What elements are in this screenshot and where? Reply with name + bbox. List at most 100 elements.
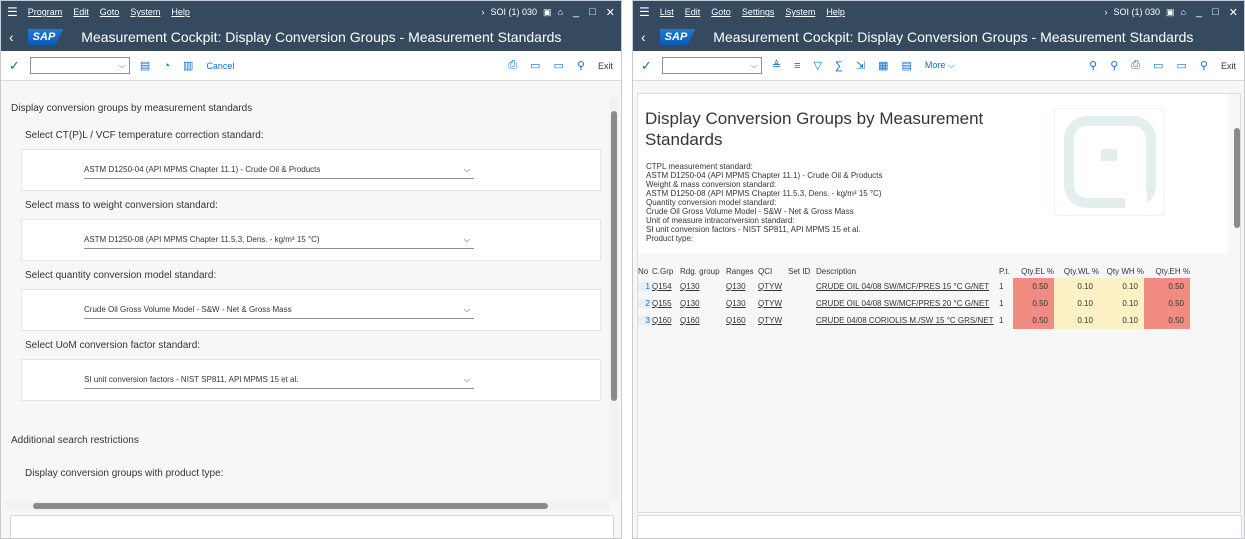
rdg-group-link[interactable]: Q130 — [680, 299, 726, 308]
exit-button[interactable]: Exit — [1221, 61, 1236, 71]
qty-el-value: 0.50 — [1013, 278, 1054, 295]
screenshot-icon[interactable]: ▣ — [1166, 7, 1175, 18]
qci-link[interactable]: QTYW — [758, 282, 788, 291]
menu-help[interactable]: Help — [171, 7, 190, 17]
menu-goto[interactable]: Goto — [100, 7, 120, 17]
sum-icon[interactable]: ∑ — [835, 60, 843, 72]
maximize-icon[interactable]: □ — [589, 6, 596, 19]
header-scrollbar[interactable] — [1232, 118, 1240, 248]
qty-wl-value: 0.10 — [1054, 295, 1099, 312]
menu-program[interactable]: Program — [28, 7, 63, 17]
settings-icon[interactable]: ⚲ — [577, 59, 585, 72]
rdg-group-link[interactable]: Q130 — [680, 282, 726, 291]
sort-ascending-icon[interactable]: ≜ — [772, 59, 781, 72]
cgrp-link[interactable]: Q154 — [652, 282, 680, 291]
rdg-group-link[interactable]: Q160 — [680, 316, 726, 325]
description-link[interactable]: CRUDE OIL 04/08 SW/MCF/PRES 15 °C G/NET — [816, 282, 999, 291]
back-icon[interactable]: ‹ — [641, 29, 646, 45]
cgrp-link[interactable]: Q160 — [652, 316, 680, 325]
cgrp-link[interactable]: Q155 — [652, 299, 680, 308]
customize-icon[interactable]: ⌂ — [1181, 7, 1186, 17]
menu-system[interactable]: System — [785, 7, 815, 17]
system-info[interactable]: › SOI (1) 030 ▣ ⌂ — [1105, 7, 1186, 18]
filter-icon[interactable]: ▽ — [814, 59, 822, 72]
save-icon[interactable]: ▤ — [140, 59, 150, 72]
mass-standard-select[interactable]: ASTM D1250-08 (API MPMS Chapter 11.5.3, … — [84, 231, 474, 249]
maximize-icon[interactable]: □ — [1212, 6, 1219, 19]
cancel-button[interactable]: Cancel — [206, 61, 234, 71]
ranges-link[interactable]: Q160 — [726, 316, 758, 325]
uom-standard-select[interactable]: SI unit conversion factors - NIST SP811,… — [84, 371, 474, 389]
screenshot-icon[interactable]: ▣ — [543, 7, 552, 18]
settings-icon[interactable]: ⚲ — [1200, 59, 1208, 72]
col-pt[interactable]: P.t. — [999, 267, 1013, 276]
menu-icon[interactable]: ☰ — [7, 5, 18, 19]
window2-icon[interactable]: ▭ — [554, 59, 564, 72]
col-set-id[interactable]: Set ID — [788, 267, 816, 276]
table-row[interactable]: 2 Q155 Q130 Q130 QTYW CRUDE OIL 04/08 SW… — [638, 295, 1190, 312]
col-qty-eh[interactable]: Qty.EH % — [1144, 267, 1190, 276]
menu-edit[interactable]: Edit — [73, 7, 89, 17]
col-qty-wh[interactable]: Qty WH % — [1099, 267, 1144, 276]
menu-help[interactable]: Help — [826, 7, 845, 17]
customize-icon[interactable]: ⌂ — [558, 7, 563, 17]
col-qci[interactable]: QCI — [758, 267, 788, 276]
col-ranges[interactable]: Ranges — [726, 267, 758, 276]
menu-list[interactable]: List — [660, 7, 674, 17]
window-icon[interactable]: ▭ — [1153, 59, 1163, 72]
enter-check-icon[interactable]: ✓ — [9, 58, 20, 74]
col-rdg-group[interactable]: Rdg. group — [680, 267, 726, 276]
qty-eh-value: 0.50 — [1144, 312, 1190, 329]
table-row[interactable]: 3 Q160 Q160 Q160 QTYW CRUDE 04/08 CORIOL… — [638, 312, 1190, 329]
col-cgrp[interactable]: C.Grp — [652, 267, 680, 276]
history-icon[interactable]: ◔ — [163, 60, 170, 72]
row-number[interactable]: 1 — [638, 282, 652, 291]
ranges-link[interactable]: Q130 — [726, 282, 758, 291]
info-icon[interactable]: ▥ — [183, 59, 193, 72]
print-icon[interactable]: ⎙ — [1131, 59, 1140, 72]
col-no[interactable]: No — [638, 267, 652, 276]
window2-icon[interactable]: ▭ — [1177, 59, 1187, 72]
more-button[interactable]: More ⌵ — [925, 60, 955, 71]
command-field[interactable]: ⌵ — [29, 57, 130, 74]
info-line: Quantity conversion model standard: — [646, 198, 777, 207]
search-icon[interactable]: ⚲ — [1089, 59, 1097, 72]
command-field[interactable]: ⌵ — [661, 57, 762, 74]
ctpl-standard-select[interactable]: ASTM D1250-04 (API MPMS Chapter 11.1) - … — [84, 161, 474, 179]
print-icon[interactable]: ⎙ — [508, 59, 517, 72]
qci-link[interactable]: QTYW — [758, 299, 788, 308]
export-icon[interactable]: ⇲ — [856, 59, 865, 72]
horizontal-scrollbar[interactable] — [5, 501, 609, 511]
vertical-scrollbar[interactable] — [609, 97, 619, 501]
menu-settings[interactable]: Settings — [742, 7, 775, 17]
close-icon[interactable]: ✕ — [1229, 6, 1238, 19]
layout-icon[interactable]: ▦ — [878, 59, 888, 72]
col-description[interactable]: Description — [816, 267, 999, 276]
exit-button[interactable]: Exit — [598, 61, 613, 71]
qci-link[interactable]: QTYW — [758, 316, 788, 325]
minimize-icon[interactable]: _ — [1196, 6, 1202, 19]
chevron-down-icon: ⌵ — [463, 374, 470, 384]
description-link[interactable]: CRUDE OIL 04/08 SW/MCF/PRES 20 °C G/NET — [816, 299, 999, 308]
menu-goto[interactable]: Goto — [711, 7, 731, 17]
search-next-icon[interactable]: ⚲ — [1110, 59, 1118, 72]
minimize-icon[interactable]: _ — [573, 6, 579, 19]
row-number[interactable]: 3 — [638, 316, 652, 325]
quantity-model-select[interactable]: Crude Oil Gross Volume Model - S&W - Net… — [84, 301, 474, 319]
col-qty-wl[interactable]: Qty.WL % — [1054, 267, 1099, 276]
ranges-link[interactable]: Q130 — [726, 299, 758, 308]
menu-icon[interactable]: ☰ — [639, 5, 650, 19]
menu-edit[interactable]: Edit — [685, 7, 701, 17]
grid-icon[interactable]: ▤ — [901, 59, 911, 72]
enter-check-icon[interactable]: ✓ — [641, 58, 652, 74]
row-number[interactable]: 2 — [638, 299, 652, 308]
window-icon[interactable]: ▭ — [530, 59, 540, 72]
back-icon[interactable]: ‹ — [9, 29, 14, 45]
description-link[interactable]: CRUDE 04/08 CORIOLIS M./SW 15 °C GRS/NET — [816, 316, 999, 325]
menu-system[interactable]: System — [130, 7, 160, 17]
close-icon[interactable]: ✕ — [606, 6, 615, 19]
sort-descending-icon[interactable]: ≡ — [794, 60, 800, 72]
col-qty-el[interactable]: Qty.EL % — [1013, 267, 1054, 276]
system-info[interactable]: › SOI (1) 030 ▣ ⌂ — [482, 7, 563, 18]
table-row[interactable]: 1 Q154 Q130 Q130 QTYW CRUDE OIL 04/08 SW… — [638, 278, 1190, 295]
